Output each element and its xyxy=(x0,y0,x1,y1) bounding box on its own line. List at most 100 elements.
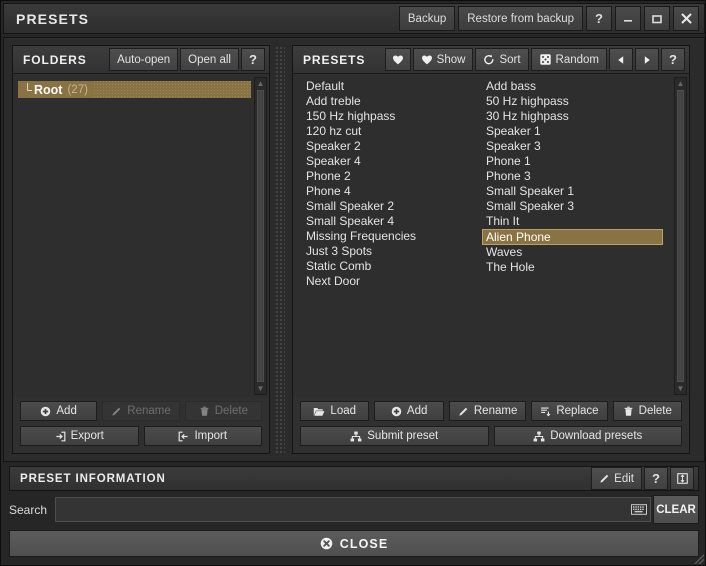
sort-button[interactable]: Sort xyxy=(475,48,529,71)
replace-icon xyxy=(541,406,551,416)
favorite-button[interactable] xyxy=(384,48,411,71)
folder-add-button[interactable]: Add xyxy=(20,401,98,421)
show-label: Show xyxy=(436,53,466,66)
keyboard-icon[interactable] xyxy=(628,504,650,515)
preset-item[interactable]: Phone 4 xyxy=(303,184,483,199)
close-dialog-button[interactable]: CLOSE xyxy=(9,530,699,557)
minimize-button[interactable] xyxy=(615,6,641,31)
maximize-button[interactable] xyxy=(644,6,670,31)
preset-item[interactable]: Thin It xyxy=(483,214,663,229)
presets-help-button[interactable]: ? xyxy=(661,48,685,71)
preset-info-help-button[interactable]: ? xyxy=(644,467,668,490)
presets-scrollbar-thumb[interactable] xyxy=(677,90,684,382)
preset-item[interactable]: 50 Hz highpass xyxy=(483,94,663,109)
presets-scroll-down-icon[interactable]: ▼ xyxy=(675,383,686,394)
preset-item[interactable]: Static Comb xyxy=(303,259,483,274)
preset-item[interactable]: The Hole xyxy=(483,260,663,275)
preset-item[interactable]: Phone 3 xyxy=(483,169,663,184)
search-box[interactable] xyxy=(55,497,651,522)
folders-scroll-down-icon[interactable]: ▼ xyxy=(255,383,266,394)
presets-scroll-up-icon[interactable]: ▲ xyxy=(675,78,686,89)
search-label: Search xyxy=(9,502,48,517)
folder-rename-label: Rename xyxy=(127,405,171,417)
folder-add-label: Add xyxy=(56,405,77,417)
preset-item[interactable]: 30 Hz highpass xyxy=(483,109,663,124)
close-circle-icon xyxy=(320,537,332,550)
minimize-icon xyxy=(624,19,632,22)
search-input[interactable] xyxy=(56,502,628,517)
restore-from-backup-button[interactable]: Restore from backup xyxy=(458,6,583,31)
preset-item[interactable]: Small Speaker 1 xyxy=(483,184,663,199)
preset-item[interactable]: Phone 1 xyxy=(483,154,663,169)
preset-item[interactable]: Add bass xyxy=(483,79,663,94)
panel-splitter[interactable] xyxy=(275,46,285,453)
preset-rename-button[interactable]: Rename xyxy=(448,401,527,421)
download-presets-button[interactable]: Download presets xyxy=(493,426,682,446)
close-window-button[interactable] xyxy=(673,6,699,31)
clear-search-button[interactable]: CLEAR xyxy=(653,495,699,524)
tree-dot-leader xyxy=(92,81,251,98)
preset-item[interactable]: 150 Hz highpass xyxy=(303,109,483,124)
folders-scroll-up-icon[interactable]: ▲ xyxy=(255,78,266,89)
folder-tree-item-root[interactable]: └ Root (27) xyxy=(18,81,251,98)
arrow-right-icon xyxy=(644,55,650,64)
preset-item[interactable]: Just 3 Spots xyxy=(303,244,483,259)
folders-button-row-1: Add Rename Delete xyxy=(20,401,262,421)
preset-item[interactable]: Phone 2 xyxy=(303,169,483,184)
folder-export-button[interactable]: Export xyxy=(20,426,139,446)
auto-open-button[interactable]: Auto-open xyxy=(109,48,179,71)
backup-button[interactable]: Backup xyxy=(398,6,456,31)
random-button[interactable]: Random xyxy=(530,48,607,71)
presets-scrollbar[interactable]: ▲ ▼ xyxy=(674,77,687,395)
preset-info-edit-button[interactable]: Edit xyxy=(591,467,642,490)
preset-item[interactable]: Speaker 3 xyxy=(483,139,663,154)
preset-column-left: Default Add treble 150 Hz highpass 120 hz c… xyxy=(303,79,483,395)
preset-item[interactable]: Next Door xyxy=(303,274,483,289)
window-help-button[interactable]: ? xyxy=(586,6,612,31)
next-preset-button[interactable] xyxy=(635,48,659,71)
preset-item[interactable]: Small Speaker 3 xyxy=(483,199,663,214)
preset-item[interactable]: Speaker 1 xyxy=(483,124,663,139)
preset-information-title: PRESET INFORMATION xyxy=(20,472,166,485)
presets-list[interactable]: Default Add treble 150 Hz highpass 120 hz c… xyxy=(293,75,689,397)
preset-add-button[interactable]: Add xyxy=(374,401,444,421)
preset-item[interactable]: Alien Phone xyxy=(482,229,663,245)
preset-item[interactable]: Waves xyxy=(483,245,663,260)
heart-icon xyxy=(392,55,403,65)
folder-delete-button: Delete xyxy=(184,401,262,421)
folders-footer: Add Rename Delete Export Import xyxy=(13,397,269,453)
folders-scrollbar[interactable]: ▲ ▼ xyxy=(254,77,267,395)
submit-preset-button[interactable]: Submit preset xyxy=(300,426,489,446)
import-icon xyxy=(179,431,189,441)
presets-window: PRESETS Backup Restore from backup ? FOL… xyxy=(0,0,706,566)
show-favorites-button[interactable]: Show xyxy=(412,48,474,71)
preset-add-label: Add xyxy=(406,405,428,417)
previous-preset-button[interactable] xyxy=(609,48,633,71)
window-title: PRESETS xyxy=(16,10,90,27)
preset-item[interactable]: Speaker 2 xyxy=(303,139,483,154)
sort-label: Sort xyxy=(499,53,521,66)
preset-item[interactable]: Missing Frequencies xyxy=(303,229,483,244)
preset-info-expand-button[interactable] xyxy=(670,467,694,490)
preset-load-button[interactable]: Load xyxy=(300,401,370,421)
preset-delete-button[interactable]: Delete xyxy=(612,401,682,421)
main-body: FOLDERS Auto-open Open all ? └ Root (27)… xyxy=(3,37,705,462)
preset-item[interactable]: Default xyxy=(303,79,483,94)
preset-item[interactable]: Add treble xyxy=(303,94,483,109)
folders-help-button[interactable]: ? xyxy=(241,48,265,71)
preset-replace-button[interactable]: Replace xyxy=(531,401,608,421)
open-all-button[interactable]: Open all xyxy=(180,48,239,71)
preset-item[interactable]: Small Speaker 2 xyxy=(303,199,483,214)
folder-open-icon xyxy=(314,407,325,416)
resize-grip[interactable] xyxy=(694,554,704,564)
submit-preset-label: Submit preset xyxy=(367,430,439,442)
preset-item[interactable]: Small Speaker 4 xyxy=(303,214,483,229)
network-share-icon xyxy=(533,431,545,441)
close-icon xyxy=(681,13,691,24)
folders-tree[interactable]: └ Root (27) ▲ ▼ xyxy=(13,75,269,397)
folders-scrollbar-thumb[interactable] xyxy=(257,90,264,382)
preset-item[interactable]: 120 hz cut xyxy=(303,124,483,139)
presets-button-row-2: Submit preset Download presets xyxy=(300,426,682,446)
preset-item[interactable]: Speaker 4 xyxy=(303,154,483,169)
folder-import-button[interactable]: Import xyxy=(143,426,262,446)
